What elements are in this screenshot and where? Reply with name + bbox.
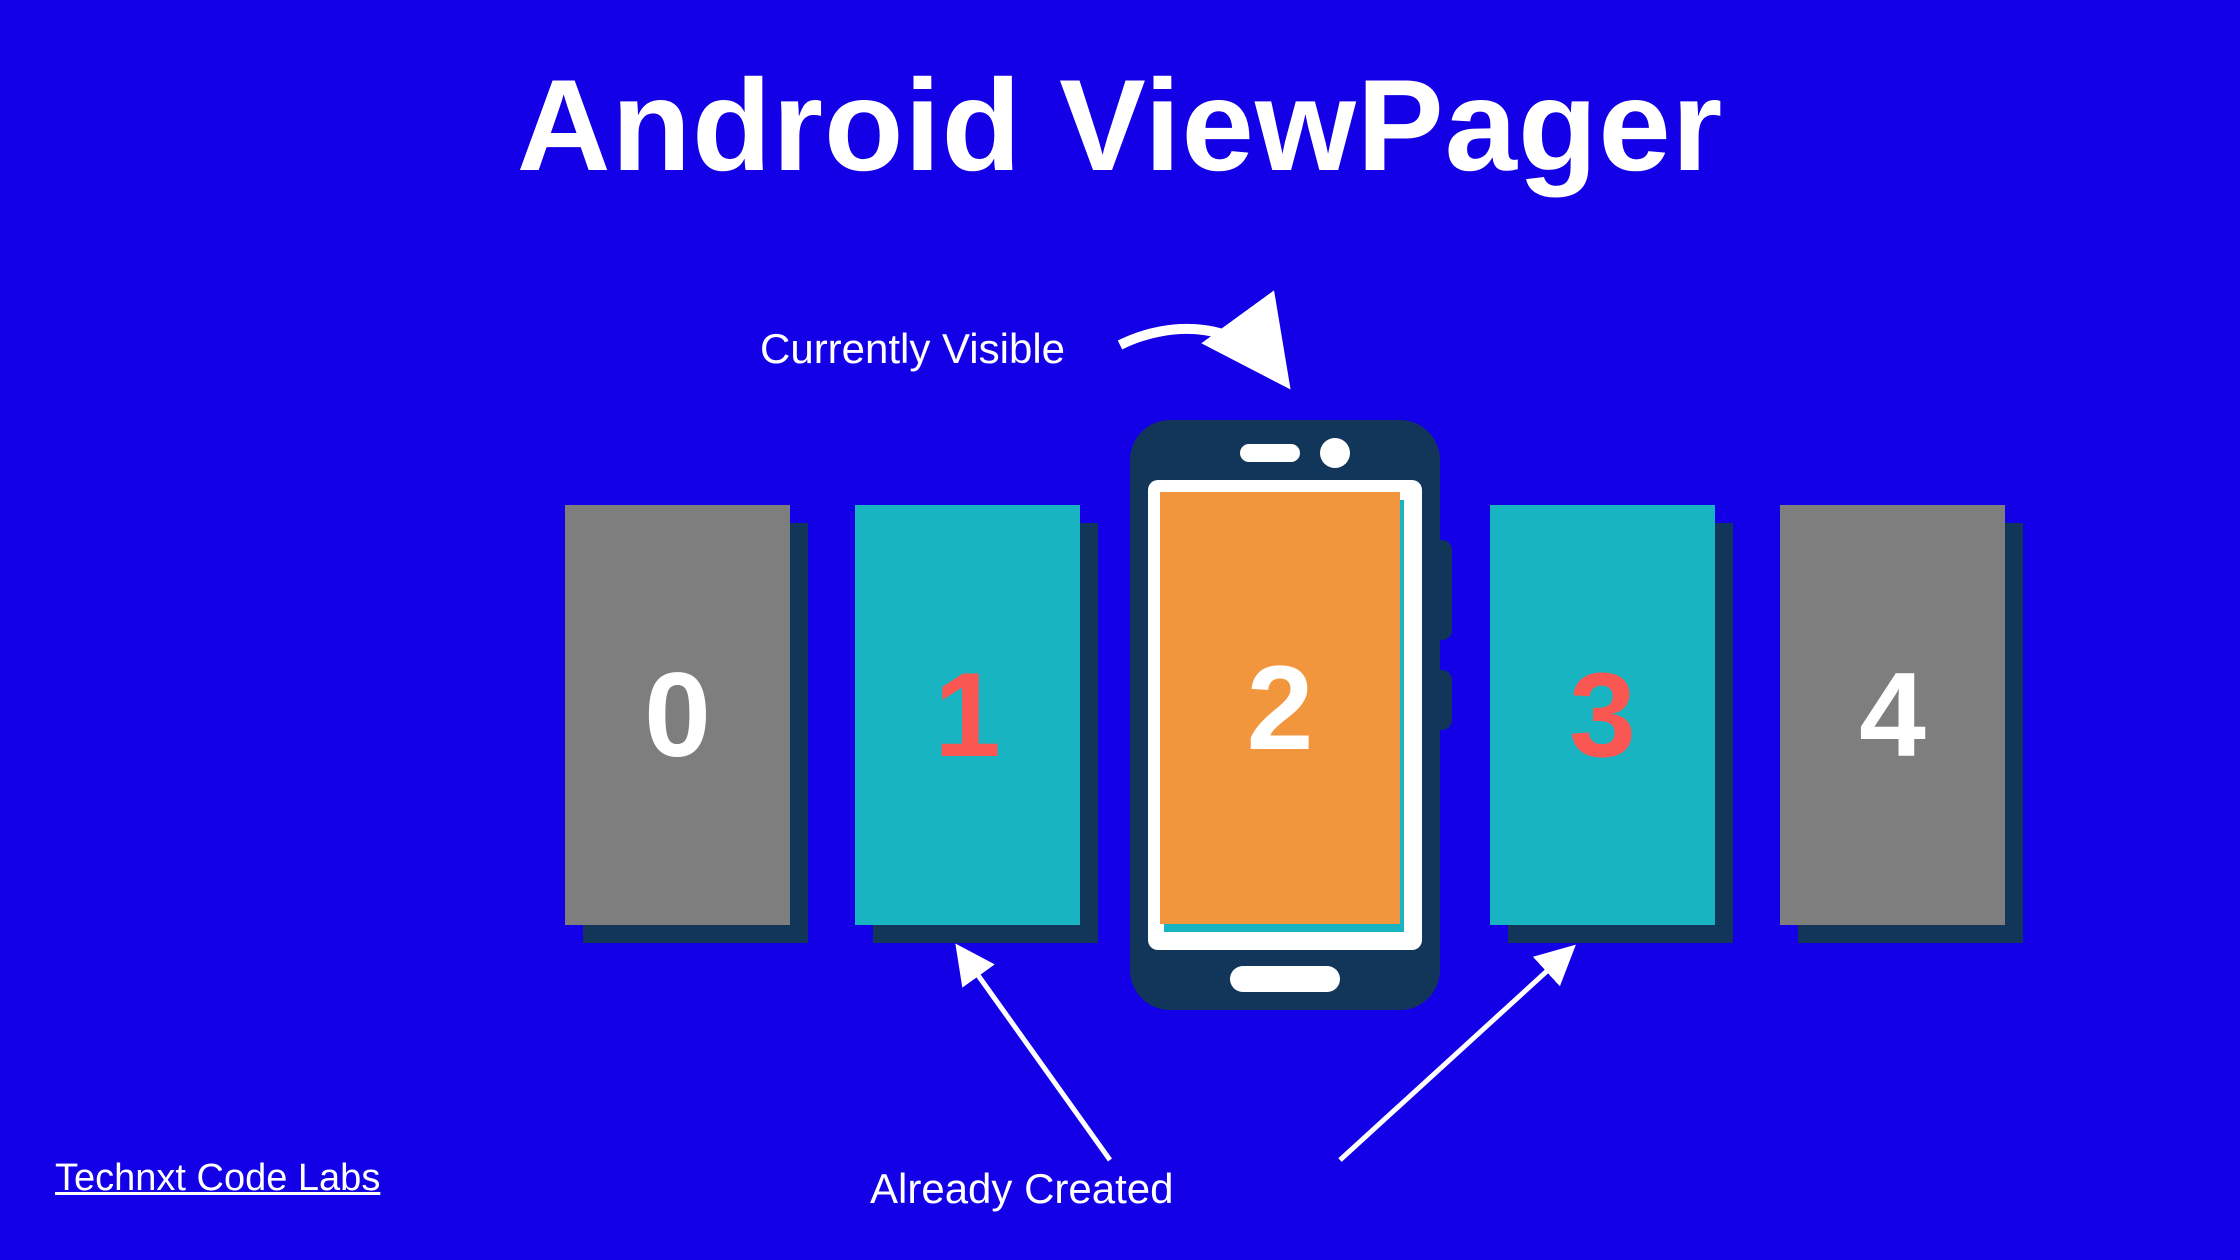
card-number: 3 <box>1569 646 1636 784</box>
page-card-4: 4 <box>1780 505 2005 925</box>
card-face: 3 <box>1490 505 1715 925</box>
phone-volume-button-icon <box>1432 540 1452 640</box>
phone-speaker-icon <box>1240 444 1300 462</box>
phone-frame: 2 <box>1130 420 1440 1010</box>
phone-power-button-icon <box>1432 670 1452 730</box>
card-face: 0 <box>565 505 790 925</box>
card-number: 1 <box>934 646 1001 784</box>
diagram-stage: Android ViewPager Currently Visible 0 1 … <box>0 0 2240 1260</box>
page-title: Android ViewPager <box>0 50 2240 200</box>
label-already-created: Already Created <box>870 1165 1174 1213</box>
label-currently-visible: Currently Visible <box>760 325 1065 373</box>
card-face: 4 <box>1780 505 2005 925</box>
arrow-currently-visible-icon <box>1110 315 1310 425</box>
credit-link[interactable]: Technxt Code Labs <box>55 1157 380 1200</box>
arrow-already-right-icon <box>1330 940 1590 1170</box>
page-card-0: 0 <box>565 505 790 925</box>
phone-home-button-icon <box>1230 966 1340 992</box>
page-card-2: 2 <box>1160 492 1400 924</box>
page-card-3: 3 <box>1490 505 1715 925</box>
card-face: 1 <box>855 505 1080 925</box>
page-card-1: 1 <box>855 505 1080 925</box>
card-number: 2 <box>1247 639 1314 777</box>
card-number: 4 <box>1859 646 1926 784</box>
card-number: 0 <box>644 646 711 784</box>
arrow-already-left-icon <box>940 940 1140 1170</box>
phone-camera-icon <box>1320 438 1350 468</box>
